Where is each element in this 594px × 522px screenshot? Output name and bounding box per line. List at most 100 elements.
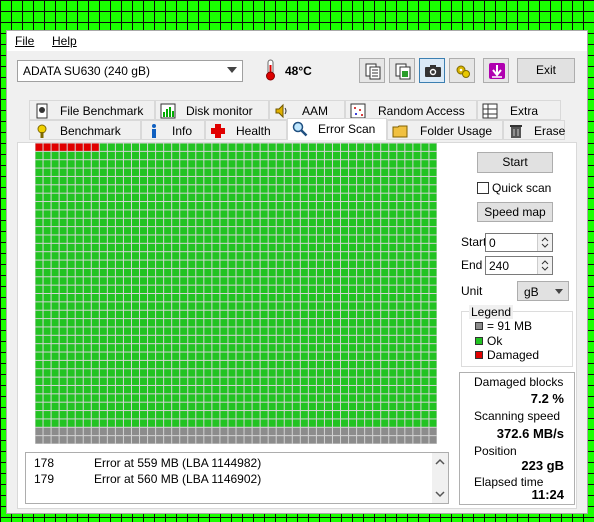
block-ok: [83, 185, 91, 193]
benchmark-icon: [37, 124, 47, 138]
log-scrollbar[interactable]: [432, 453, 448, 503]
block-ok: [260, 294, 268, 302]
block-ok: [236, 193, 244, 202]
block-ok: [43, 319, 51, 327]
block-ok: [405, 227, 413, 235]
block-ok: [99, 335, 107, 344]
tab-file-benchmark[interactable]: File Benchmark: [29, 100, 155, 120]
block-ok: [284, 168, 292, 176]
speed-map-button[interactable]: Speed map: [477, 202, 553, 222]
block-ok: [421, 243, 429, 252]
screenshot-button[interactable]: [419, 58, 445, 83]
block-ok: [35, 411, 43, 419]
tab-disk-monitor[interactable]: Disk monitor: [155, 100, 269, 120]
block-ok: [51, 344, 59, 352]
block-ok: [51, 277, 59, 285]
block-ok: [236, 227, 244, 235]
block-ok: [188, 302, 196, 310]
quick-scan-checkbox[interactable]: [477, 182, 489, 194]
block-ok: [381, 176, 389, 185]
menu-file[interactable]: File: [15, 34, 34, 48]
block-ok: [172, 176, 180, 185]
save-button[interactable]: [483, 58, 509, 83]
error-log-list[interactable]: 178 Error at 559 MB (LBA 1144982) 179 Er…: [25, 452, 449, 504]
options-button[interactable]: [449, 58, 475, 83]
block-unscanned: [308, 427, 316, 436]
block-ok: [332, 411, 341, 419]
block-ok: [83, 352, 91, 360]
block-ok: [389, 394, 397, 402]
copy-text-button[interactable]: [359, 58, 385, 83]
tab-extra-tests[interactable]: Extra tests: [477, 100, 561, 132]
block-ok: [292, 210, 300, 218]
block-ok: [91, 210, 99, 218]
block-ok: [83, 160, 91, 168]
block-ok: [204, 143, 212, 151]
block-ok: [357, 218, 365, 227]
block-ok: [373, 160, 381, 168]
block-ok: [381, 193, 389, 202]
tab-folder-usage[interactable]: Folder Usage: [387, 120, 503, 140]
block-ok: [316, 210, 324, 218]
block-ok: [316, 411, 324, 419]
unit-select[interactable]: gB: [517, 281, 569, 301]
block-ok: [276, 344, 284, 352]
block-ok: [421, 168, 429, 176]
block-ok: [148, 176, 156, 185]
start-stepper[interactable]: 0: [485, 233, 553, 252]
block-ok: [115, 302, 123, 310]
block-ok: [324, 185, 332, 193]
drive-select[interactable]: ADATA SU630 (240 gB): [17, 60, 243, 82]
block-ok: [35, 210, 43, 218]
block-ok: [268, 360, 276, 369]
block-unscanned: [349, 436, 357, 444]
exit-button[interactable]: Exit: [517, 58, 575, 83]
block-ok: [381, 411, 389, 419]
block-ok: [212, 369, 220, 377]
block-ok: [252, 202, 260, 210]
tab-health[interactable]: Health: [205, 120, 287, 140]
block-ok: [413, 302, 421, 310]
block-ok: [59, 302, 67, 310]
block-ok: [268, 411, 276, 419]
tab-error-scan[interactable]: Error Scan: [287, 118, 387, 140]
block-ok: [365, 277, 373, 285]
block-ok: [421, 176, 429, 185]
block-ok: [156, 260, 164, 268]
start-scan-button[interactable]: Start: [477, 152, 553, 173]
block-ok: [405, 369, 413, 377]
block-ok: [397, 151, 405, 160]
block-ok: [373, 411, 381, 419]
stepper-arrows-icon[interactable]: [537, 234, 552, 251]
block-ok: [284, 419, 292, 427]
menu-help[interactable]: Help: [52, 34, 77, 48]
stepper-arrows-icon[interactable]: [537, 257, 552, 274]
block-ok: [115, 218, 123, 227]
tab-aam[interactable]: AAM: [269, 100, 345, 120]
end-stepper[interactable]: 240: [485, 256, 553, 275]
block-ok: [148, 294, 156, 302]
start-label: Start: [461, 235, 487, 249]
tab-benchmark[interactable]: Benchmark: [29, 120, 141, 140]
block-ok: [316, 335, 324, 344]
copy-image-button[interactable]: [389, 58, 415, 83]
block-ok: [172, 185, 180, 193]
block-ok: [308, 260, 316, 268]
block-ok: [236, 210, 244, 218]
block-ok: [244, 377, 252, 385]
block-ok: [212, 260, 220, 268]
block-damaged: [43, 143, 51, 151]
tab-info[interactable]: Info: [141, 120, 205, 140]
tab-erase[interactable]: Erase: [503, 120, 565, 140]
block-ok: [252, 419, 260, 427]
block-ok: [300, 335, 308, 344]
block-ok: [196, 160, 204, 168]
block-ok: [35, 260, 43, 268]
block-ok: [35, 277, 43, 285]
block-ok: [341, 352, 349, 360]
tab-random-access[interactable]: Random Access: [345, 100, 477, 120]
scroll-up-icon[interactable]: [432, 455, 448, 469]
block-ok: [164, 143, 172, 151]
block-ok: [236, 411, 244, 419]
scroll-down-icon[interactable]: [432, 487, 448, 501]
